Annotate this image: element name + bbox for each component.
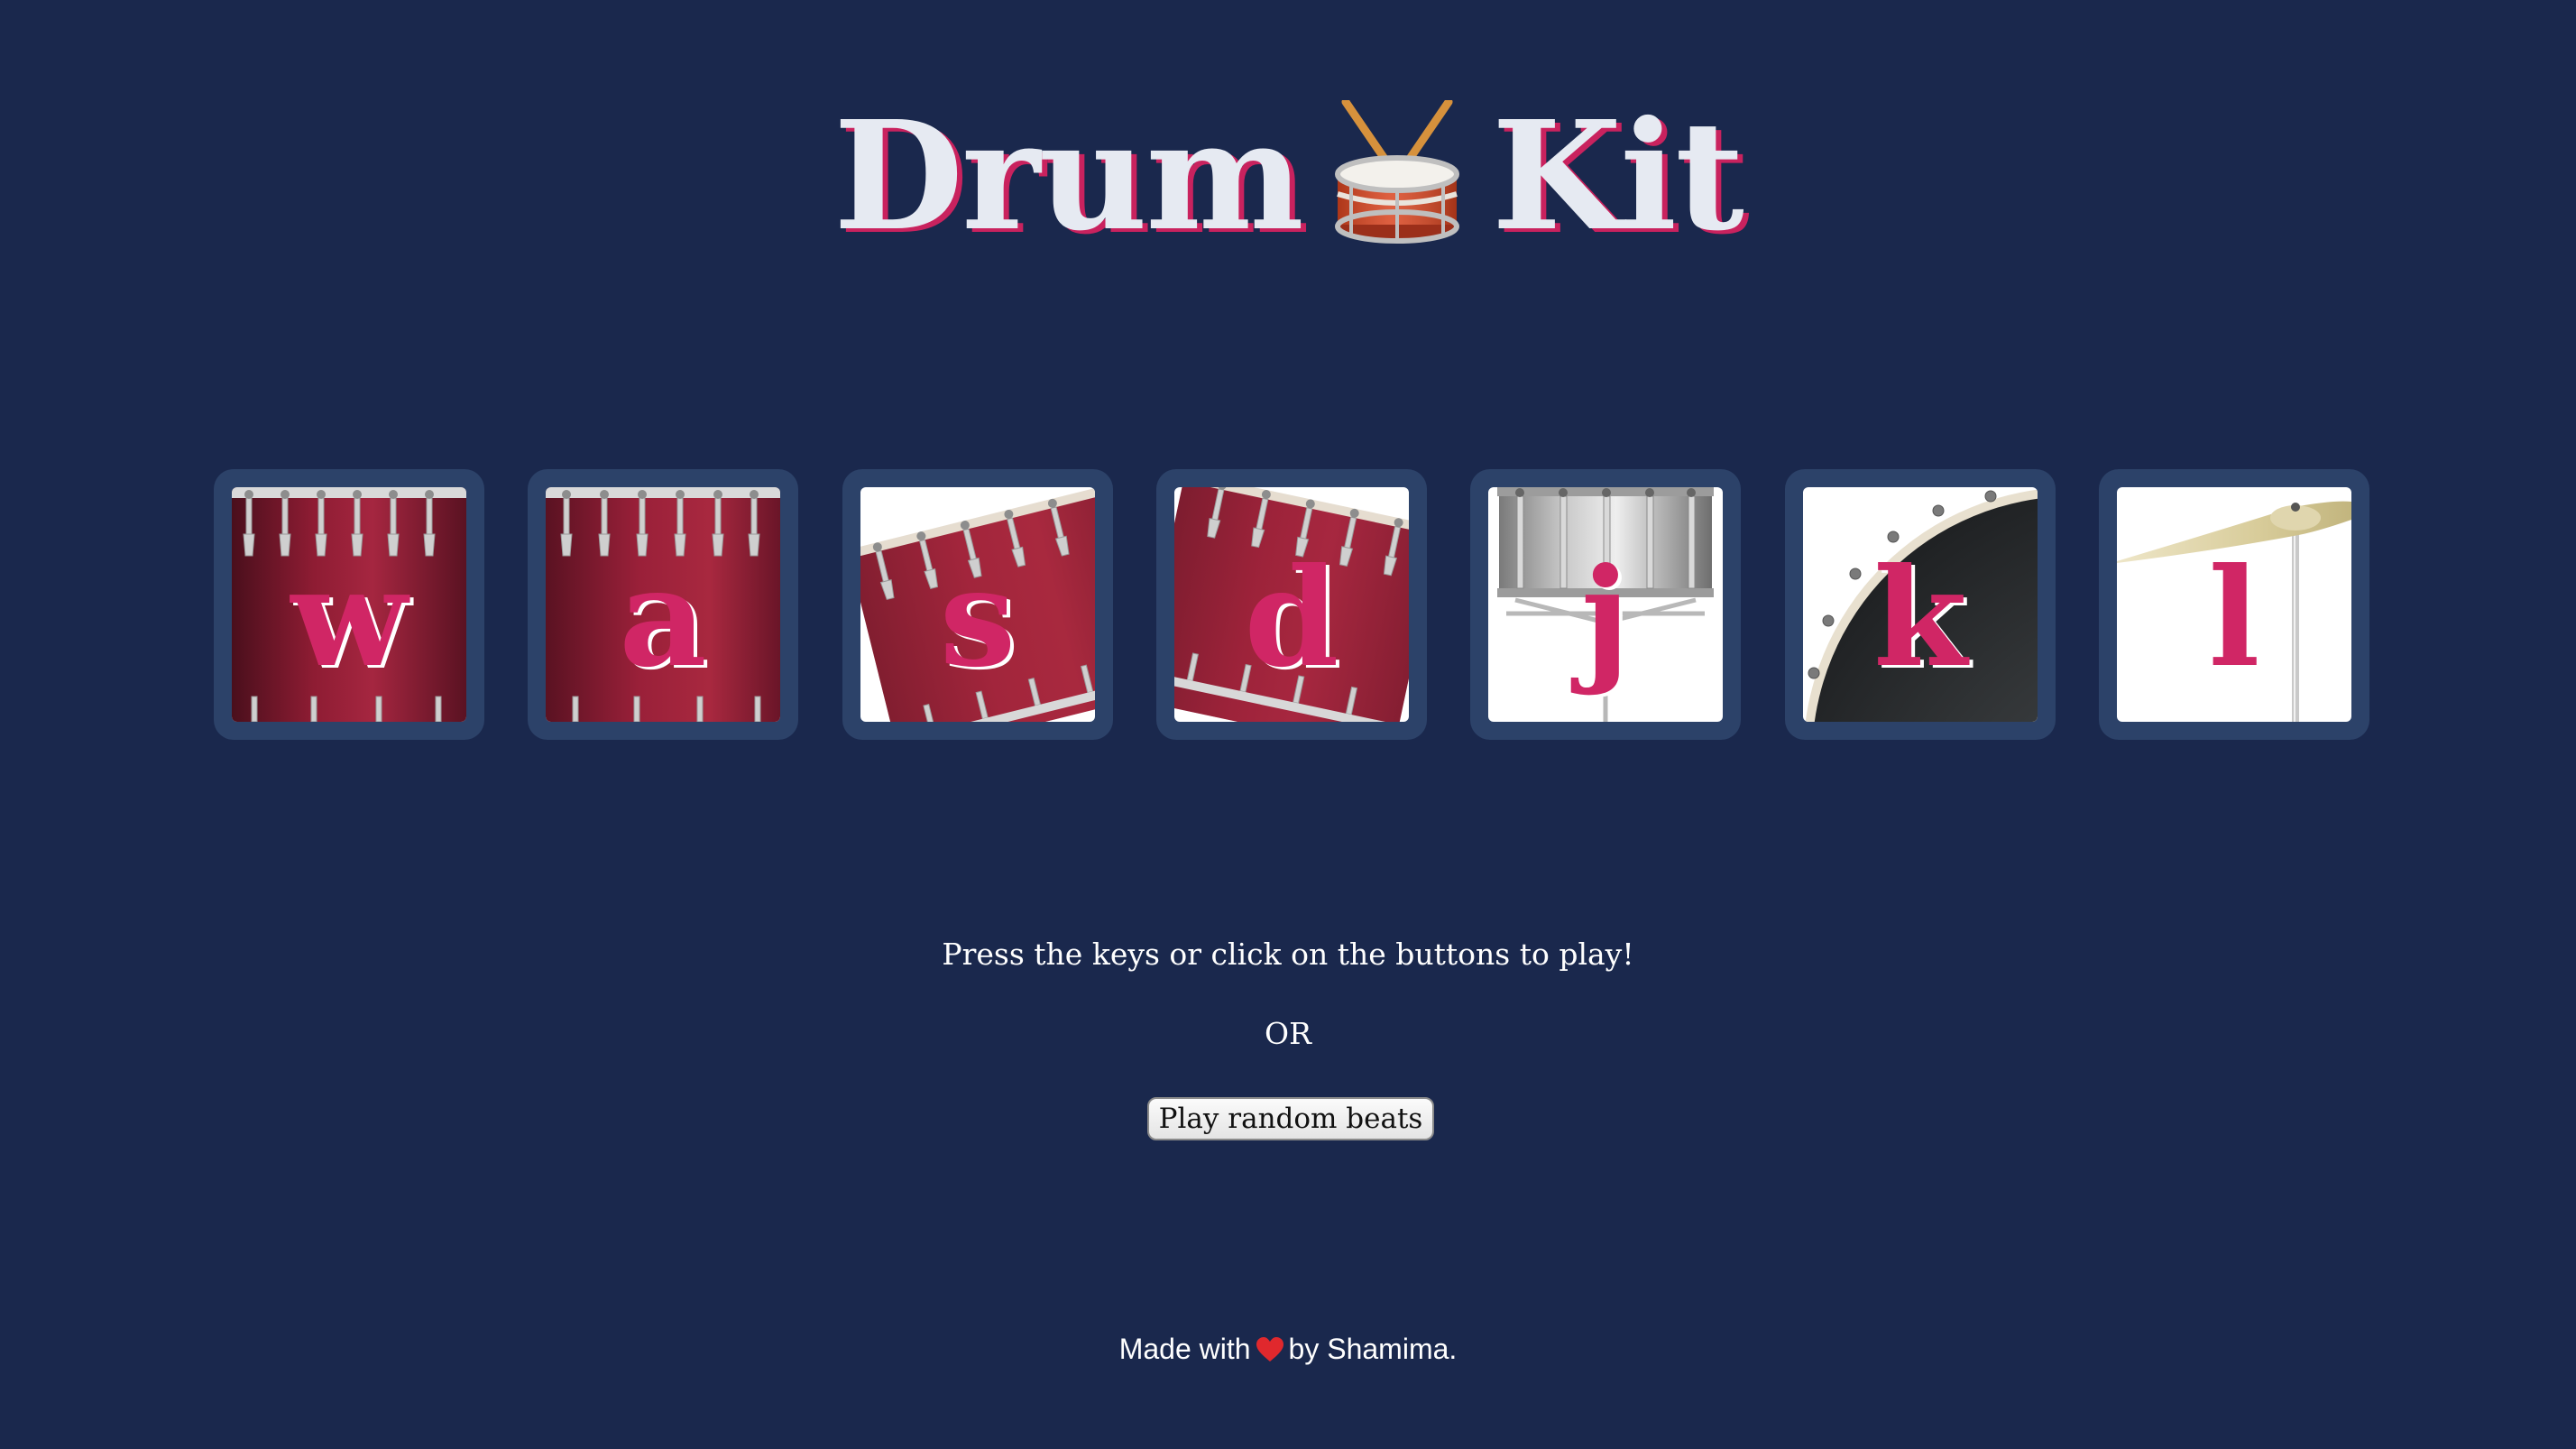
footer-made-with: Made with: [1118, 1333, 1251, 1365]
drum-face: s: [860, 487, 1095, 722]
instructions-text: Press the keys or click on the buttons t…: [942, 937, 1634, 972]
drum-face: d: [1174, 487, 1409, 722]
drum-key-label: j: [1580, 539, 1631, 697]
page-title: Drum Kit: [0, 87, 2576, 267]
or-text: OR: [1265, 1016, 1311, 1051]
drum-key-label: a: [619, 539, 707, 697]
heart-icon: [1256, 1332, 1283, 1361]
drum-key-label: d: [1244, 539, 1339, 697]
drum-button-l[interactable]: l: [2099, 469, 2369, 740]
title-drum-word: Drum: [833, 88, 1304, 264]
drum-button-j[interactable]: j: [1470, 469, 1741, 740]
drum-face: k: [1803, 487, 2038, 722]
title-kit-word: Kit: [1491, 88, 1744, 264]
drum-button-w[interactable]: w: [214, 469, 484, 740]
drum-button-a[interactable]: a: [528, 469, 798, 740]
drum-set: w a s d j k l: [214, 469, 2369, 740]
footer: Made with by Shamima.: [0, 1328, 2576, 1370]
drum-key-label: s: [939, 539, 1017, 697]
drum-key-label: k: [1873, 539, 1967, 697]
drum-button-s[interactable]: s: [842, 469, 1113, 740]
drum-face: j: [1488, 487, 1723, 722]
drum-face: l: [2117, 487, 2351, 722]
drum-face: w: [232, 487, 466, 722]
drum-key-label: w: [290, 539, 408, 697]
footer-by-author: by Shamima.: [1288, 1333, 1458, 1365]
drum-button-k[interactable]: k: [1785, 469, 2056, 740]
drum-key-label: l: [2208, 539, 2260, 697]
drum-emoji-icon: [1329, 97, 1465, 245]
drum-face: a: [546, 487, 780, 722]
play-random-beats-button[interactable]: Play random beats: [1147, 1097, 1434, 1140]
drum-button-d[interactable]: d: [1156, 469, 1427, 740]
